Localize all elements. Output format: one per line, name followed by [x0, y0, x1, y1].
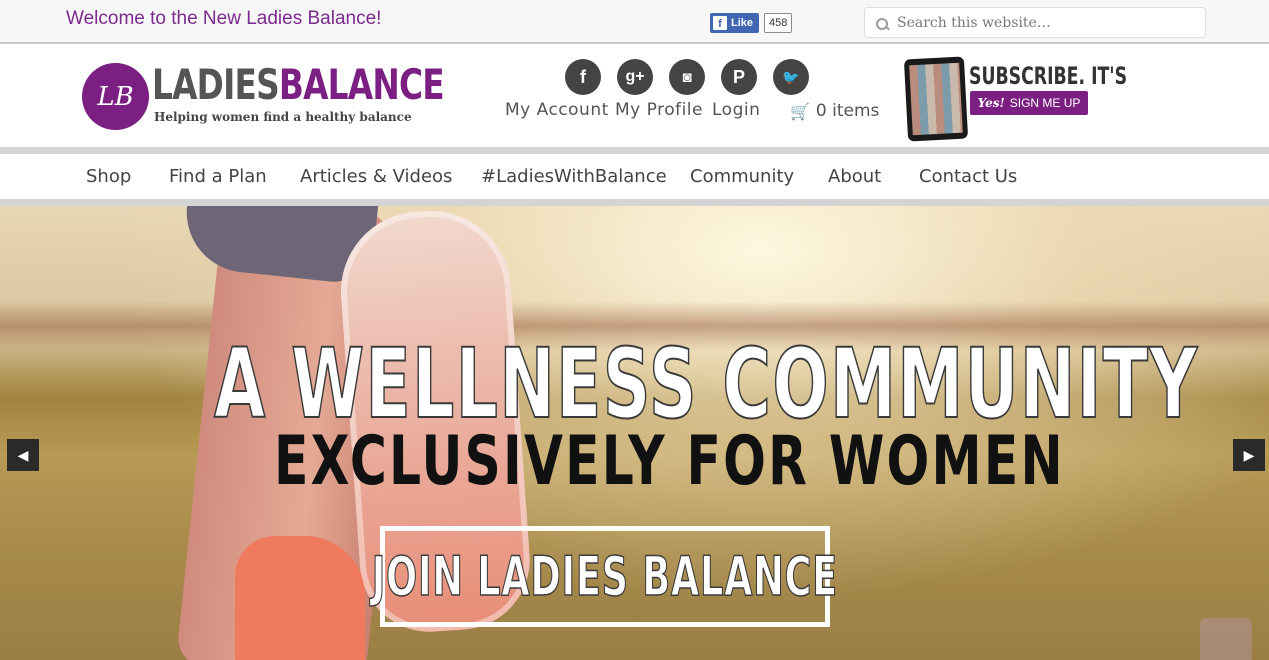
tablet-screen: [909, 62, 963, 136]
signup-label: SIGN ME UP: [1009, 96, 1081, 110]
logo-tagline: Helping women find a healthy balance: [154, 110, 412, 124]
logo-monogram[interactable]: LB: [82, 63, 149, 130]
tablet-image: [903, 56, 969, 142]
site-header: LB LADIESBALANCE Helping women find a he…: [0, 46, 1269, 147]
my-account-link[interactable]: My Account: [505, 100, 609, 120]
login-link[interactable]: Login: [712, 100, 760, 120]
facebook-like-count: 458: [764, 13, 793, 33]
nav-item-articles-videos[interactable]: Articles & Videos: [300, 166, 452, 187]
nav-item-community[interactable]: Community: [690, 166, 794, 187]
hero-corner-decoration: [1200, 618, 1252, 660]
slider-prev-arrow-icon[interactable]: ◀: [7, 439, 39, 471]
logo-wordmark[interactable]: LADIESBALANCE: [152, 60, 445, 109]
facebook-like-button[interactable]: f Like: [710, 13, 760, 33]
shopping-cart-icon: 🛒: [790, 101, 810, 121]
signup-yes-text: Yes!: [977, 96, 1005, 110]
hero-subheadline: EXCLUSIVELY FOR WOMEN: [274, 422, 1065, 501]
facebook-icon[interactable]: f: [565, 59, 601, 95]
nav-item-contact-us[interactable]: Contact Us: [919, 166, 1017, 187]
top-bar: Welcome to the New Ladies Balance! f Lik…: [0, 0, 1269, 44]
hero-slider: A WELLNESS COMMUNITY EXCLUSIVELY FOR WOM…: [0, 206, 1269, 660]
search-icon: [875, 17, 891, 33]
main-nav: Shop Find a Plan Articles & Videos #Ladi…: [0, 154, 1269, 199]
hero-running-shoe-front: [235, 536, 365, 660]
nav-item-ladies-with-balance[interactable]: #LadiesWithBalance: [481, 166, 667, 187]
cart-link[interactable]: 🛒 0 items: [790, 101, 879, 121]
pinterest-icon[interactable]: P: [721, 59, 757, 95]
facebook-like-widget[interactable]: f Like 458: [710, 13, 793, 33]
twitter-icon[interactable]: 🐦: [773, 59, 809, 95]
welcome-message: Welcome to the New Ladies Balance!: [66, 8, 382, 29]
search-box[interactable]: [864, 7, 1206, 38]
join-button-label: JOIN LADIES BALANCE: [371, 544, 839, 609]
cart-count: 0 items: [815, 101, 880, 121]
facebook-like-label: Like: [731, 17, 754, 29]
logo-balance-text: BALANCE: [278, 60, 445, 109]
nav-divider-bottom: [0, 199, 1269, 206]
sign-me-up-button[interactable]: Yes! SIGN ME UP: [970, 91, 1088, 115]
nav-item-find-a-plan[interactable]: Find a Plan: [169, 166, 267, 187]
nav-item-about[interactable]: About: [828, 166, 881, 187]
join-ladies-balance-button[interactable]: JOIN LADIES BALANCE: [371, 526, 838, 627]
my-profile-link[interactable]: My Profile: [615, 100, 703, 120]
search-input[interactable]: [897, 14, 1197, 31]
logo-ladies-text: LADIES: [152, 60, 280, 109]
instagram-icon[interactable]: ◙: [669, 59, 705, 95]
slider-next-arrow-icon[interactable]: ▶: [1233, 439, 1265, 471]
nav-divider-top: [0, 147, 1269, 154]
nav-item-shop[interactable]: Shop: [86, 166, 131, 187]
facebook-logo-icon: f: [713, 16, 727, 30]
google-plus-icon[interactable]: g+: [617, 59, 653, 95]
